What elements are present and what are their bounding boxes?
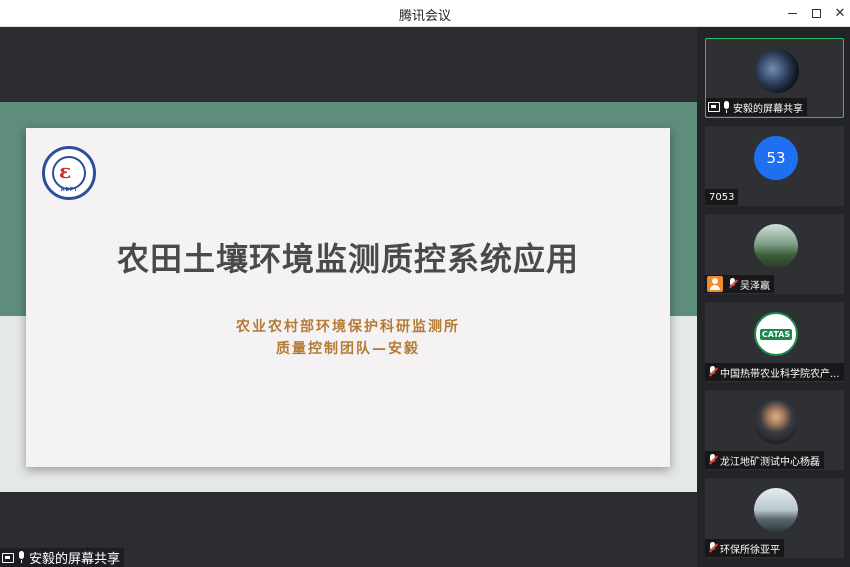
participant-sidebar[interactable]: 安毅的屏幕共享 53 7053 吴泽嬴 CATAS 中国热带农业科学院农产...… — [697, 27, 850, 567]
screen-share-icon — [708, 102, 720, 112]
participant-label: 环保所徐亚平 — [705, 539, 784, 557]
window-title: 腾讯会议 — [398, 9, 451, 24]
microphone-muted-icon — [707, 541, 719, 555]
microphone-icon — [722, 100, 731, 114]
microphone-muted-icon — [707, 453, 719, 467]
slide-organization: 农业农村部环境保护科研监测所 — [236, 319, 460, 335]
participant-tile[interactable]: 安毅的屏幕共享 — [705, 38, 844, 118]
participant-label: 7053 — [705, 189, 739, 205]
participant-tile[interactable]: 吴泽嬴 — [705, 214, 844, 294]
window-titlebar: 腾讯会议 ✕ — [0, 0, 850, 27]
participant-label: 吴泽嬴 — [705, 275, 774, 293]
maximize-button[interactable] — [806, 4, 826, 22]
presentation-slide: ε AEPI 农田土壤环境监测质控系统应用 农业农村部环境保护科研监测所 质量控… — [26, 128, 670, 467]
microphone-muted-icon — [727, 277, 739, 291]
participant-label: 中国热带农业科学院农产... — [705, 363, 844, 381]
participant-tile[interactable]: 环保所徐亚平 — [705, 478, 844, 558]
share-label: 安毅的屏幕共享 — [0, 548, 125, 567]
avatar — [754, 400, 798, 444]
screen-share-icon — [2, 552, 14, 563]
participant-tile[interactable]: 53 7053 — [705, 126, 844, 206]
institute-logo: ε AEPI — [42, 146, 96, 200]
close-icon: ✕ — [834, 5, 846, 21]
close-button[interactable]: ✕ — [830, 4, 850, 22]
minimize-icon — [787, 12, 797, 14]
user-icon — [707, 276, 723, 292]
microphone-muted-icon — [707, 365, 719, 379]
participant-tile[interactable]: 龙江地矿测试中心杨磊 — [705, 390, 844, 470]
avatar — [755, 49, 799, 93]
participant-tile[interactable]: CATAS 中国热带农业科学院农产... — [705, 302, 844, 382]
avatar: CATAS — [754, 312, 798, 356]
avatar — [754, 224, 798, 268]
slide-team: 质量控制团队—安毅 — [276, 341, 420, 357]
minimize-button[interactable] — [782, 4, 802, 22]
shared-screen[interactable]: ε AEPI 农田土壤环境监测质控系统应用 农业农村部环境保护科研监测所 质量控… — [0, 27, 697, 567]
participant-label: 安毅的屏幕共享 — [706, 98, 807, 116]
maximize-icon — [811, 8, 821, 18]
share-label-text: 安毅的屏幕共享 — [29, 552, 121, 567]
avatar — [754, 488, 798, 532]
avatar: 53 — [754, 136, 798, 180]
slide-title: 农田土壤环境监测质控系统应用 — [116, 240, 579, 278]
microphone-icon — [17, 551, 26, 564]
participant-label: 龙江地矿测试中心杨磊 — [705, 451, 824, 469]
